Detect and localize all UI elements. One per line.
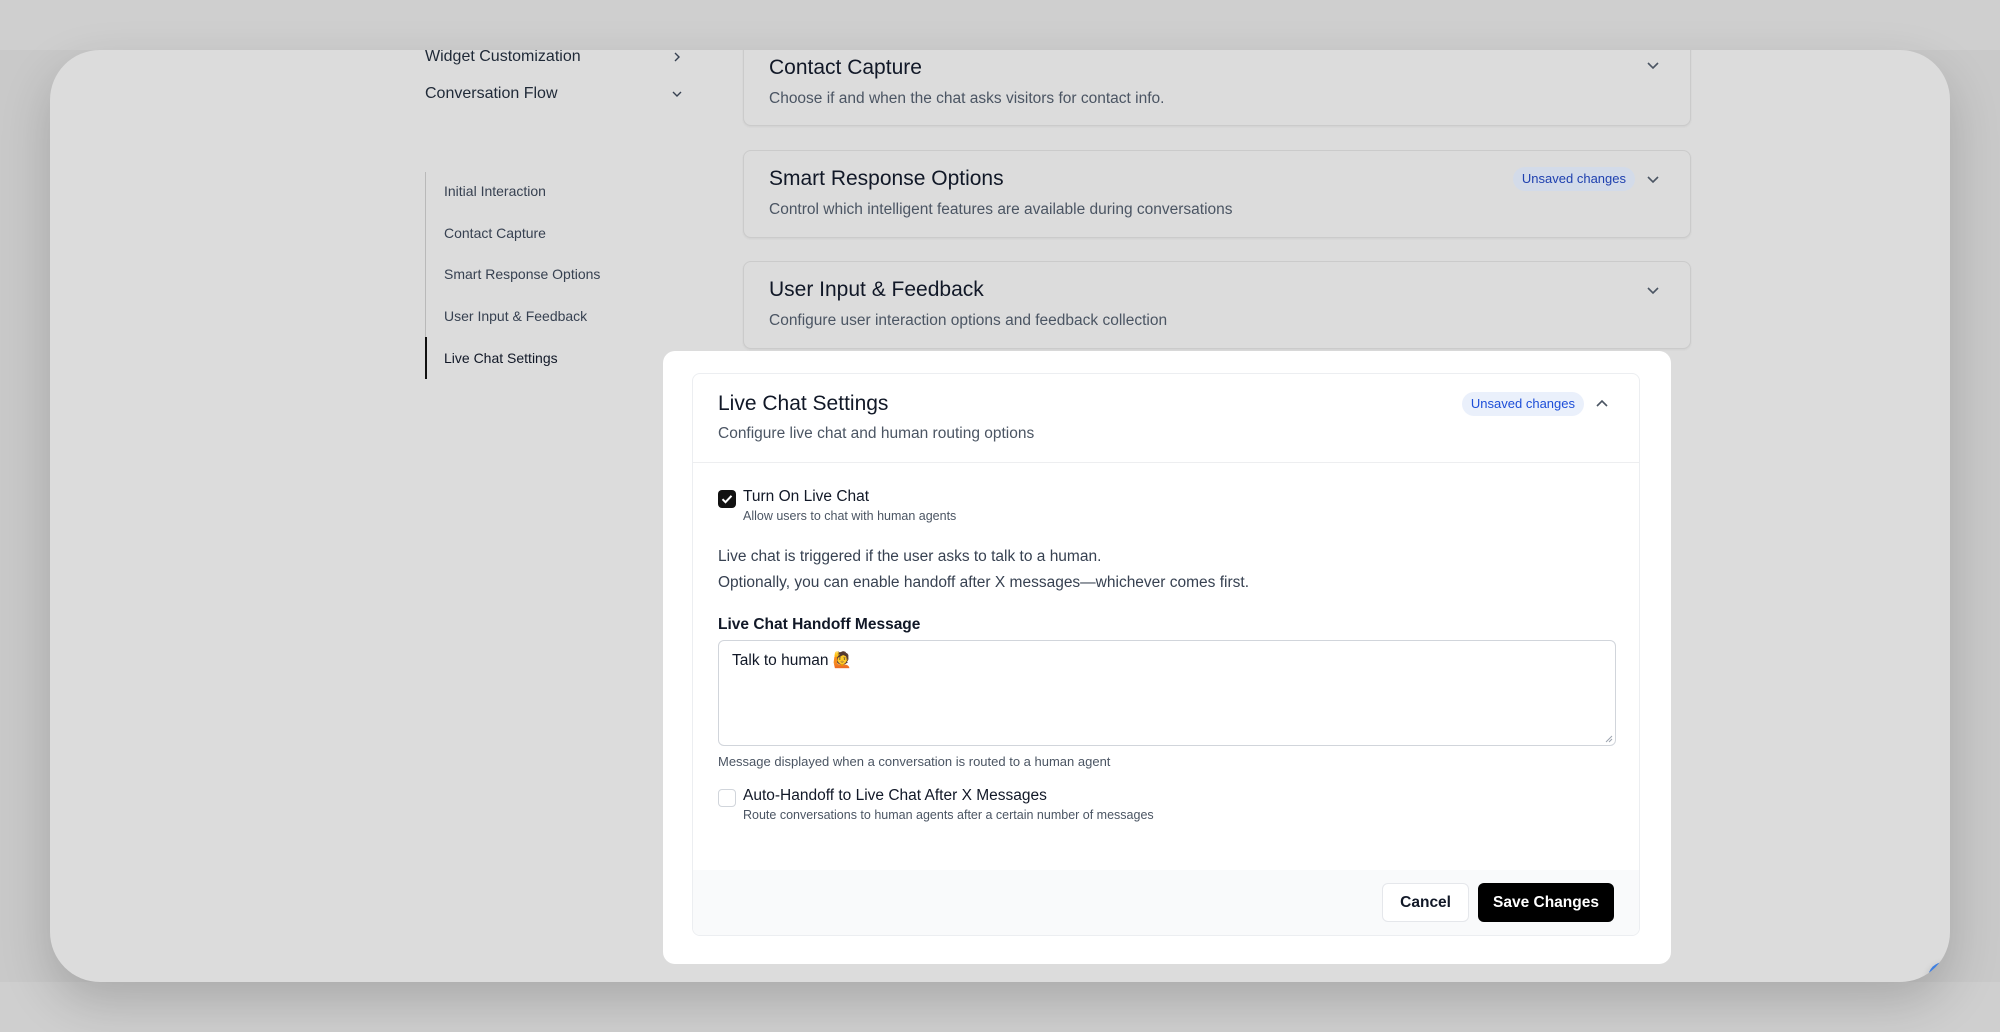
sidebar-item-user-input[interactable]: User Input & Feedback	[444, 308, 587, 324]
unsaved-changes-badge: Unsaved changes	[1512, 167, 1635, 191]
chevron-down-icon[interactable]	[1644, 281, 1662, 299]
turn-on-live-chat-description: Allow users to chat with human agents	[743, 509, 957, 523]
backdrop-bottom	[0, 982, 2000, 1032]
save-changes-button[interactable]: Save Changes	[1478, 883, 1614, 922]
handoff-message-value: Talk to human 🙋	[732, 652, 853, 669]
section-divider	[693, 462, 1639, 463]
sidebar-item-contact-capture[interactable]: Contact Capture	[444, 225, 546, 241]
section-title: Contact Capture	[769, 56, 922, 79]
turn-on-live-chat-label: Turn On Live Chat	[743, 488, 870, 505]
section-subtitle: Control which intelligent features are a…	[769, 201, 1233, 218]
auto-handoff-description: Route conversations to human agents afte…	[743, 808, 1154, 822]
section-subtitle: Choose if and when the chat asks visitor…	[769, 90, 1165, 107]
live-chat-panel: Live Chat Settings Configure live chat a…	[663, 351, 1671, 964]
sidebar-item-smart-response[interactable]: Smart Response Options	[444, 266, 600, 282]
section-title: Smart Response Options	[769, 167, 1004, 190]
nav-widget-customization[interactable]: Widget Customization	[425, 50, 685, 66]
unsaved-changes-badge: Unsaved changes	[1461, 392, 1584, 416]
section-subtitle: Configure live chat and human routing op…	[718, 425, 1035, 442]
section-live-chat: Live Chat Settings Configure live chat a…	[692, 373, 1640, 936]
nav-conversation-flow[interactable]: Conversation Flow	[425, 85, 685, 103]
handoff-message-textarea[interactable]: Talk to human 🙋	[718, 640, 1616, 746]
nav-conversation-flow-label: Conversation Flow	[425, 85, 558, 102]
sidebar-item-initial-interaction[interactable]: Initial Interaction	[444, 183, 546, 199]
section-user-input[interactable]: User Input & Feedback Configure user int…	[743, 261, 1691, 349]
chevron-right-icon	[674, 52, 680, 62]
chevron-down-icon[interactable]	[1644, 170, 1662, 188]
chat-bubble-icon	[1940, 974, 1950, 982]
sidebar-item-live-chat[interactable]: Live Chat Settings	[444, 350, 558, 366]
auto-handoff-label: Auto-Handoff to Live Chat After X Messag…	[743, 787, 1047, 804]
chat-widget-button[interactable]	[1928, 962, 1950, 982]
nav-widget-customization-label: Widget Customization	[425, 50, 581, 65]
section-contact-capture[interactable]: Contact Capture Choose if and when the c…	[743, 50, 1691, 126]
section-title: User Input & Feedback	[769, 278, 984, 301]
auto-handoff-checkbox[interactable]	[718, 789, 736, 807]
info-line-2: Optionally, you can enable handoff after…	[718, 574, 1250, 591]
section-footer: Cancel Save Changes	[693, 870, 1639, 935]
handoff-message-help: Message displayed when a conversation is…	[718, 754, 1111, 769]
turn-on-live-chat-checkbox[interactable]	[718, 490, 736, 508]
backdrop-top	[0, 0, 2000, 50]
conversation-flow-submenu: Initial Interaction Contact Capture Smar…	[425, 172, 685, 379]
section-subtitle: Configure user interaction options and f…	[769, 312, 1168, 329]
chevron-down-icon	[672, 91, 682, 97]
info-line-1: Live chat is triggered if the user asks …	[718, 548, 1102, 565]
cancel-button[interactable]: Cancel	[1382, 883, 1469, 922]
chevron-up-icon[interactable]	[1593, 395, 1611, 413]
active-indicator	[425, 337, 427, 379]
section-title: Live Chat Settings	[718, 392, 889, 415]
check-icon	[721, 495, 733, 504]
resize-handle-icon[interactable]	[1603, 733, 1613, 743]
chevron-down-icon[interactable]	[1644, 56, 1662, 74]
handoff-message-label: Live Chat Handoff Message	[718, 616, 921, 633]
section-smart-response[interactable]: Smart Response Options Control which int…	[743, 150, 1691, 238]
